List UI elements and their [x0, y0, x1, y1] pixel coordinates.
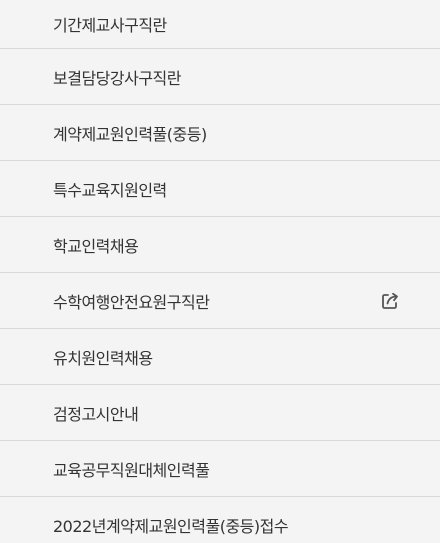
menu-item-substitute-instructor-jobs[interactable]: 보결담당강사구직란 — [0, 49, 440, 105]
menu-item-school-staff-hiring[interactable]: 학교인력채용 — [0, 217, 440, 273]
menu-item-label: 특수교육지원인력 — [53, 180, 167, 200]
menu-item-label: 2022년계약제교원인력풀(중등)접수 — [53, 517, 289, 536]
menu-item-qualification-exam-guide[interactable]: 검정고시안내 — [0, 385, 440, 441]
menu-item-kindergarten-staff-hiring[interactable]: 유치원인력채용 — [0, 329, 440, 385]
menu-item-label: 검정고시안내 — [53, 404, 139, 424]
menu-item-field-trip-safety-jobs[interactable]: 수학여행안전요원구직란 — [0, 273, 440, 329]
side-menu: 기간제교사구직란 보결담당강사구직란 계약제교원인력풀(중등) 특수교육지원인력… — [0, 0, 440, 543]
menu-item-label: 계약제교원인력풀(중등) — [53, 124, 207, 144]
menu-item-label: 교육공무직원대체인력풀 — [53, 460, 210, 480]
menu-item-label: 수학여행안전요원구직란 — [53, 292, 210, 312]
menu-item-temporary-teacher-jobs[interactable]: 기간제교사구직란 — [0, 0, 440, 49]
menu-item-label: 보결담당강사구직란 — [53, 68, 181, 88]
external-link-icon — [382, 292, 398, 309]
menu-item-special-education-staff[interactable]: 특수교육지원인력 — [0, 161, 440, 217]
menu-item-label: 유치원인력채용 — [53, 348, 153, 368]
menu-item-label: 기간제교사구직란 — [53, 16, 167, 35]
menu-item-education-worker-substitute-pool[interactable]: 교육공무직원대체인력풀 — [0, 441, 440, 497]
menu-item-contract-teacher-pool[interactable]: 계약제교원인력풀(중등) — [0, 105, 440, 161]
menu-item-label: 학교인력채용 — [53, 236, 139, 256]
menu-item-2022-contract-teacher-pool-application[interactable]: 2022년계약제교원인력풀(중등)접수 — [0, 497, 440, 543]
